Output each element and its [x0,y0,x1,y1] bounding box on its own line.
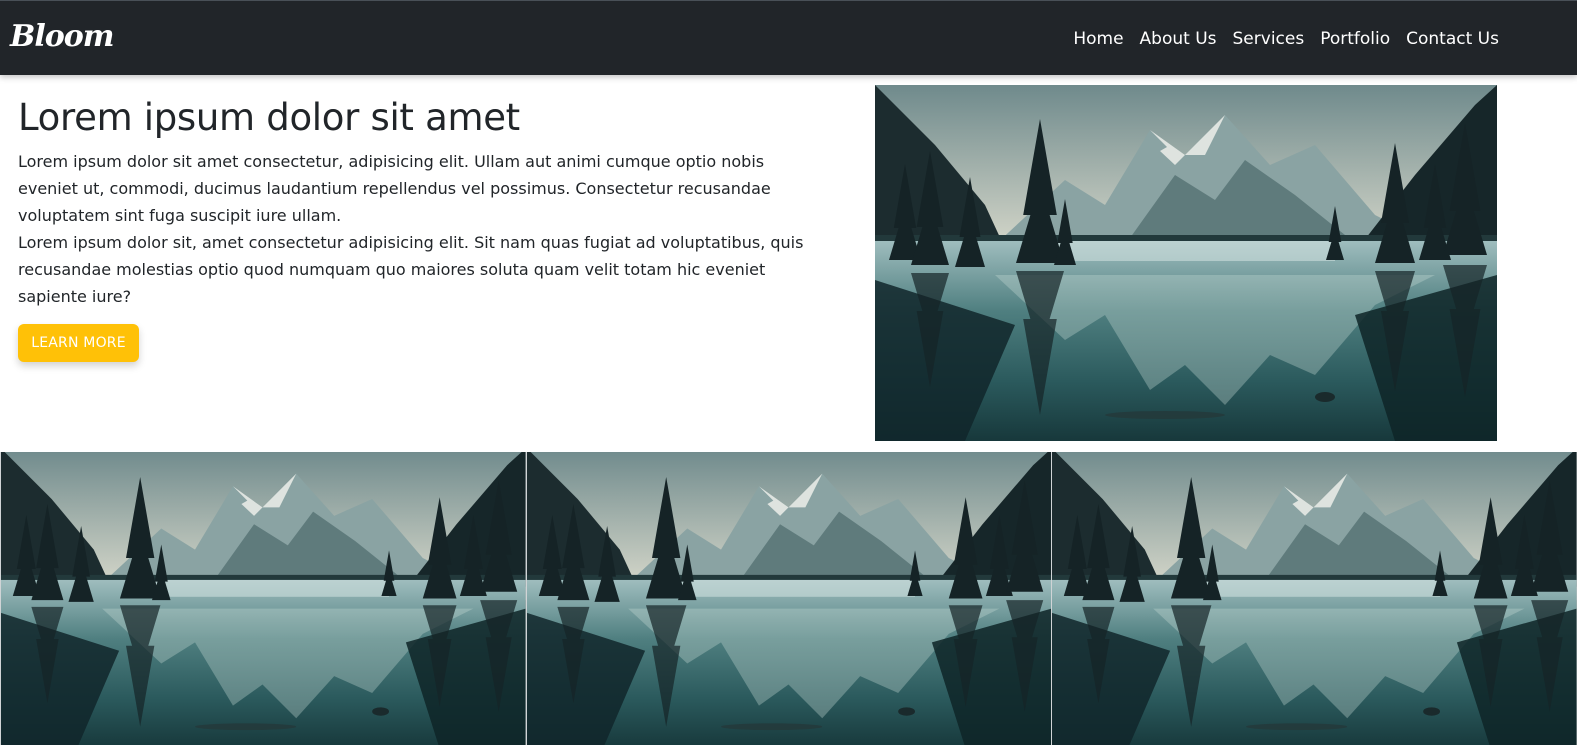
brand-logo[interactable]: Bloom [10,17,115,57]
nav-links: Home About Us Services Portfolio Contact… [1073,27,1499,51]
navbar: Bloom Home About Us Services Portfolio C… [0,0,1577,75]
hero-image [875,85,1497,441]
hero-text: Lorem ipsum dolor sit amet consectetur, … [18,148,808,310]
nav-link-services[interactable]: Services [1233,27,1305,51]
gallery-image [527,452,1052,745]
nav-link-portfolio[interactable]: Portfolio [1320,27,1390,51]
gallery-image [0,452,526,745]
gallery-image [1052,452,1577,745]
hero-title: Lorem ipsum dolor sit amet [18,96,520,139]
image-gallery [0,452,1577,745]
nav-link-contact-us[interactable]: Contact Us [1406,27,1499,51]
hero-paragraph-2: Lorem ipsum dolor sit, amet consectetur … [18,233,804,306]
learn-more-button[interactable]: LEARN MORE [18,324,139,362]
nav-link-home[interactable]: Home [1073,27,1123,51]
hero-paragraph-1: Lorem ipsum dolor sit amet consectetur, … [18,152,771,225]
nav-link-about-us[interactable]: About Us [1140,27,1217,51]
